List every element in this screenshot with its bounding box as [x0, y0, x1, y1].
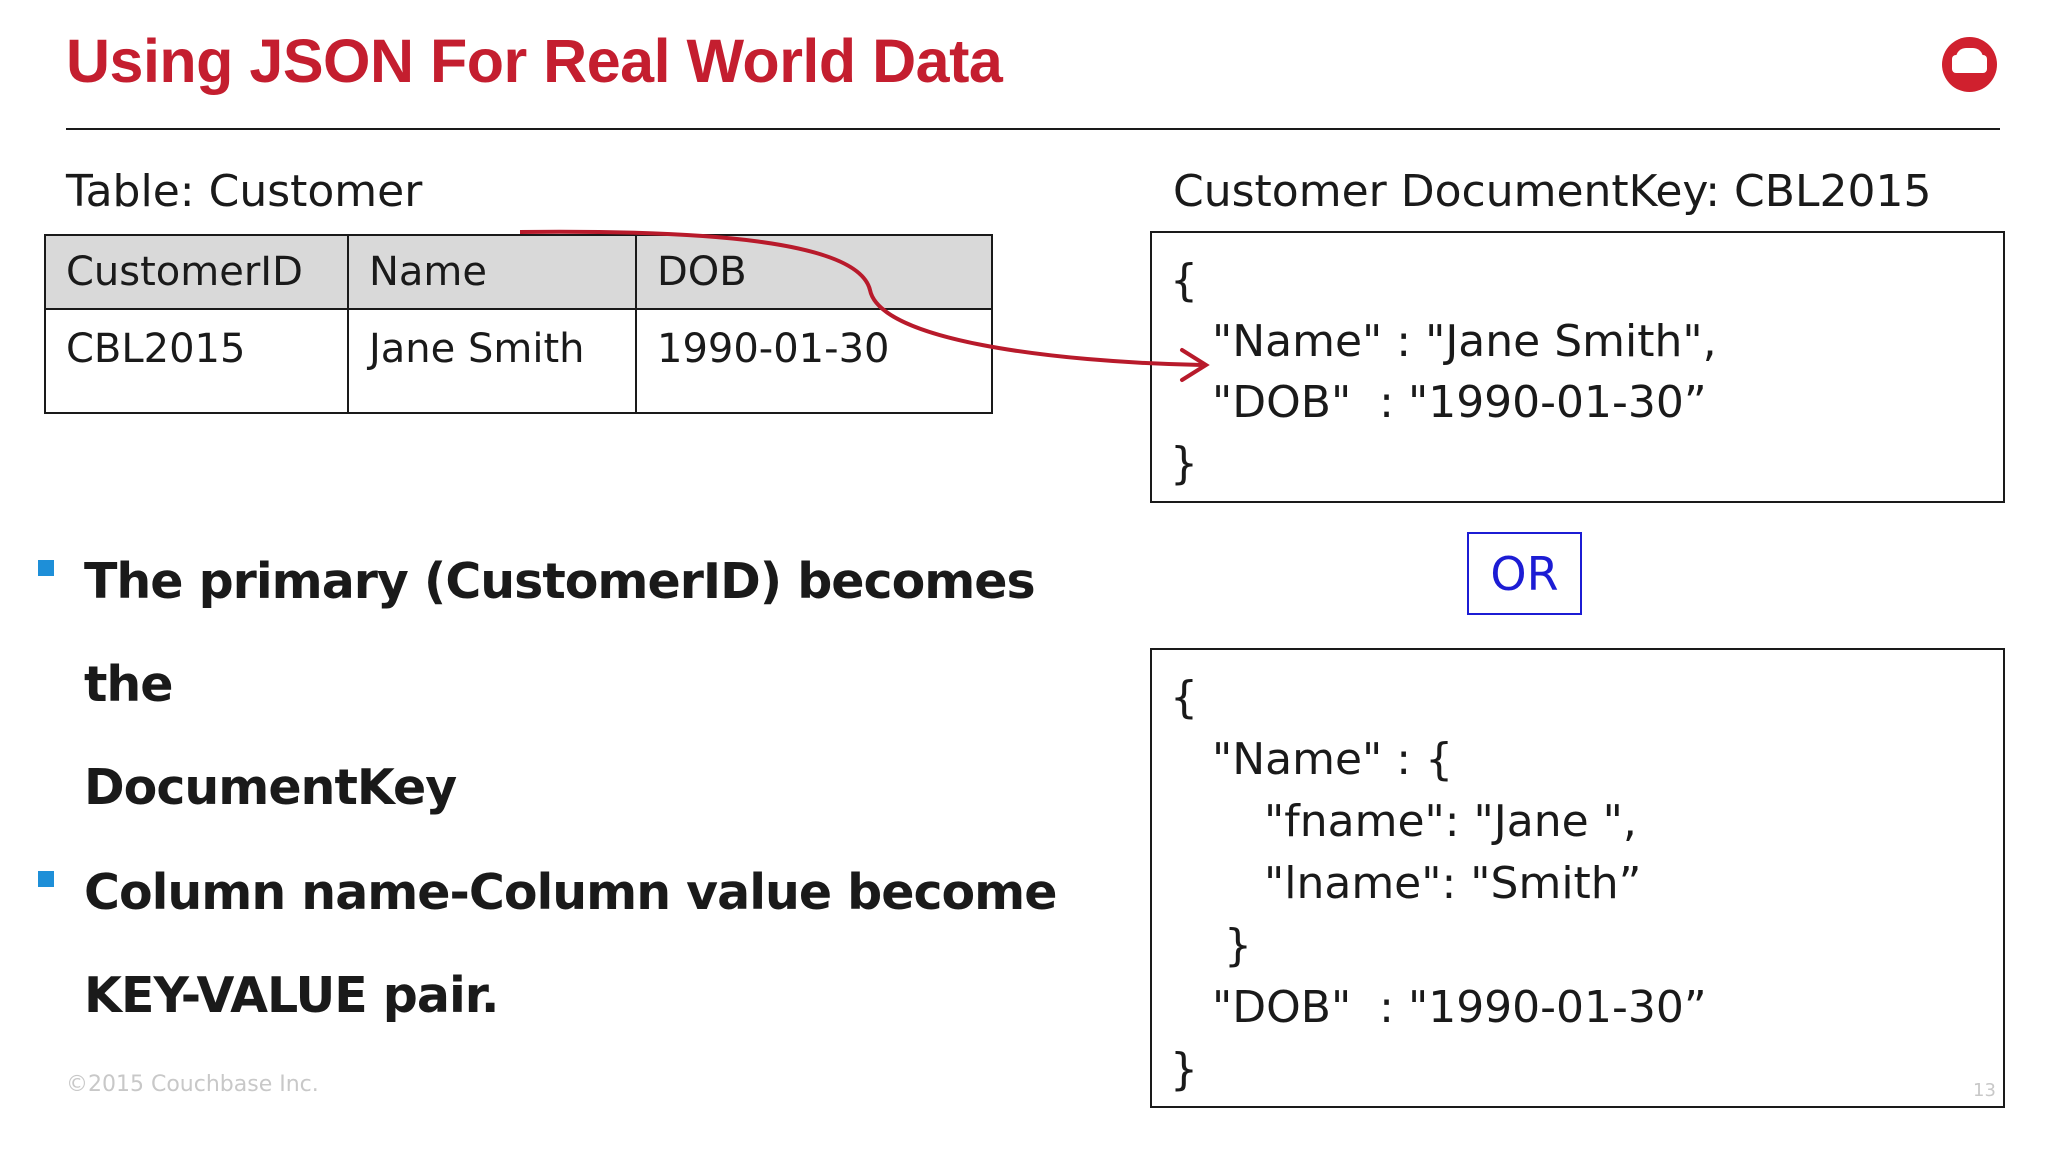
- document-caption: Customer DocumentKey: CBL2015: [1173, 166, 1932, 217]
- page-number: 13: [1973, 1080, 1996, 1101]
- couchbase-logo-icon: [1942, 37, 1997, 92]
- json-line: {: [1170, 255, 1198, 306]
- json-line: "DOB" : "1990-01-30”: [1212, 982, 1707, 1033]
- customer-table: CustomerID Name DOB CBL2015 Jane Smith 1…: [44, 234, 993, 414]
- or-label-box: OR: [1467, 532, 1582, 615]
- json-line: "DOB" : "1990-01-30”: [1212, 377, 1707, 428]
- json-document-flat: { "Name" : "Jane Smith", "DOB" : "1990-0…: [1150, 231, 2005, 503]
- bullet-item: Column name-Column value become KEY-VALU…: [32, 841, 1112, 1047]
- bullet-text: DocumentKey: [84, 759, 457, 816]
- logo-bar-shape: [1952, 55, 1987, 73]
- header-name: Name: [347, 234, 637, 310]
- cell-customer-id: CBL2015: [44, 308, 349, 414]
- header-customer-id: CustomerID: [44, 234, 349, 310]
- json-line: {: [1170, 672, 1198, 723]
- copyright-text: ©2015 Couchbase Inc.: [66, 1072, 319, 1097]
- bullet-square-icon: [38, 871, 54, 887]
- bullet-text: The primary (CustomerID) becomes the: [84, 553, 1036, 713]
- table-row: CBL2015 Jane Smith 1990-01-30: [44, 308, 993, 414]
- table-caption: Table: Customer: [66, 166, 423, 217]
- header-dob: DOB: [635, 234, 993, 310]
- slide-title: Using JSON For Real World Data: [66, 27, 1003, 95]
- json-document-nested: { "Name" : { "fname": "Jane ", "lname": …: [1150, 648, 2005, 1108]
- cell-name: Jane Smith: [347, 308, 637, 414]
- bullet-item: The primary (CustomerID) becomes the Doc…: [32, 530, 1112, 839]
- bullet-text: KEY-VALUE pair.: [84, 967, 500, 1024]
- json-line: }: [1224, 920, 1252, 971]
- bullet-square-icon: [38, 560, 54, 576]
- bullet-list: The primary (CustomerID) becomes the Doc…: [32, 530, 1112, 1049]
- json-line: "fname": "Jane ",: [1264, 796, 1637, 847]
- cell-dob: 1990-01-30: [635, 308, 993, 414]
- json-line: "lname": "Smith”: [1264, 858, 1642, 909]
- bullet-text: Column name-Column value become: [84, 864, 1057, 921]
- title-divider: [66, 128, 2000, 130]
- table-header-row: CustomerID Name DOB: [44, 234, 993, 310]
- json-line: }: [1170, 1044, 1198, 1095]
- or-label: OR: [1490, 546, 1559, 601]
- json-line: }: [1170, 438, 1198, 489]
- json-line: "Name" : "Jane Smith",: [1212, 316, 1717, 367]
- json-line: "Name" : {: [1212, 734, 1454, 785]
